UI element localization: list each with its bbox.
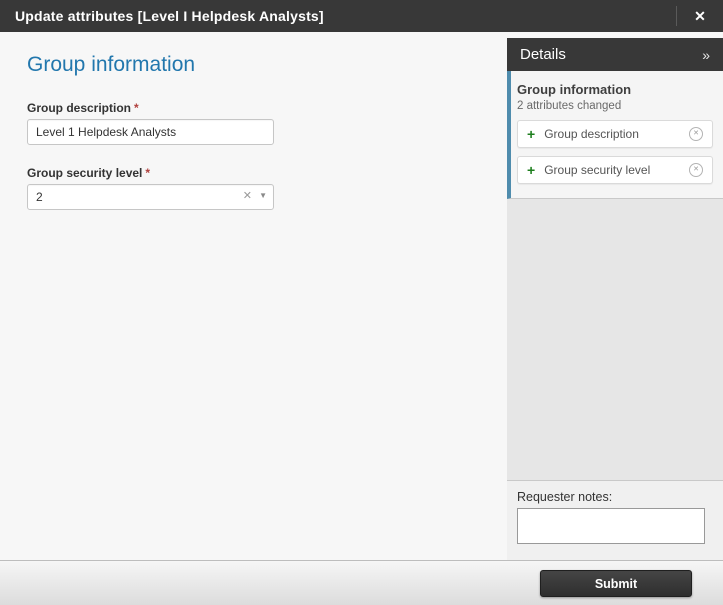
group-security-level-field: Group security level* ✕ ▼ (27, 166, 274, 210)
dialog-footer: Submit (0, 560, 723, 605)
page-title: Group information (27, 53, 196, 76)
required-marker: * (145, 166, 151, 180)
changed-attributes-panel: Group information 2 attributes changed +… (507, 71, 723, 199)
add-icon: + (527, 126, 536, 142)
collapse-sidebar-icon[interactable]: » (702, 47, 710, 63)
group-security-level-label: Group security level * (27, 166, 274, 180)
required-marker: * (134, 101, 139, 115)
details-sidebar: Details » Group information 2 attributes… (507, 32, 723, 560)
group-security-level-combo: ✕ ▼ (27, 184, 274, 210)
panel-title: Group information (517, 82, 632, 97)
changed-attribute-label: Group security level (544, 163, 651, 177)
requester-notes-input[interactable] (517, 508, 705, 544)
group-security-level-input[interactable] (27, 184, 274, 210)
requester-notes-label: Requester notes: (517, 490, 613, 504)
clear-value-icon[interactable]: ✕ (243, 189, 252, 202)
group-description-input[interactable] (27, 119, 274, 145)
changed-attribute-item[interactable]: + Group description ✕ (517, 120, 713, 148)
attributes-changed-count: 2 attributes changed (517, 100, 622, 112)
submit-button-label: Submit (594, 576, 638, 591)
add-icon: + (527, 162, 536, 178)
dialog-body: Group information Group description* Gro… (0, 32, 723, 560)
dialog-titlebar: Update attributes [Level I Helpdesk Anal… (0, 0, 723, 32)
group-description-label-text: Group description (27, 101, 132, 115)
changed-attribute-label: Group description (544, 127, 639, 141)
group-description-label: Group description * (27, 101, 274, 115)
group-description-field: Group description * (27, 101, 274, 145)
close-button[interactable]: ✕ (677, 0, 723, 32)
changed-attribute-item[interactable]: + Group security level ✕ (517, 156, 713, 184)
remove-attribute-icon[interactable]: ✕ (689, 163, 703, 177)
chevron-down-icon[interactable]: ▼ (259, 191, 267, 200)
requester-notes-section: Requester notes: (507, 480, 723, 560)
remove-attribute-icon[interactable]: ✕ (689, 127, 703, 141)
submit-button[interactable]: Submit (540, 570, 692, 597)
close-icon: ✕ (694, 7, 706, 24)
update-attributes-dialog: Update attributes [Level I Helpdesk Anal… (0, 0, 723, 605)
details-header-title: Details (520, 46, 566, 63)
group-security-level-label-text: Group security level (27, 166, 143, 180)
details-header[interactable]: Details » (507, 38, 723, 71)
main-panel: Group information Group description* Gro… (0, 32, 507, 560)
dialog-title: Update attributes [Level I Helpdesk Anal… (15, 8, 324, 24)
sidebar-filler (507, 199, 723, 480)
